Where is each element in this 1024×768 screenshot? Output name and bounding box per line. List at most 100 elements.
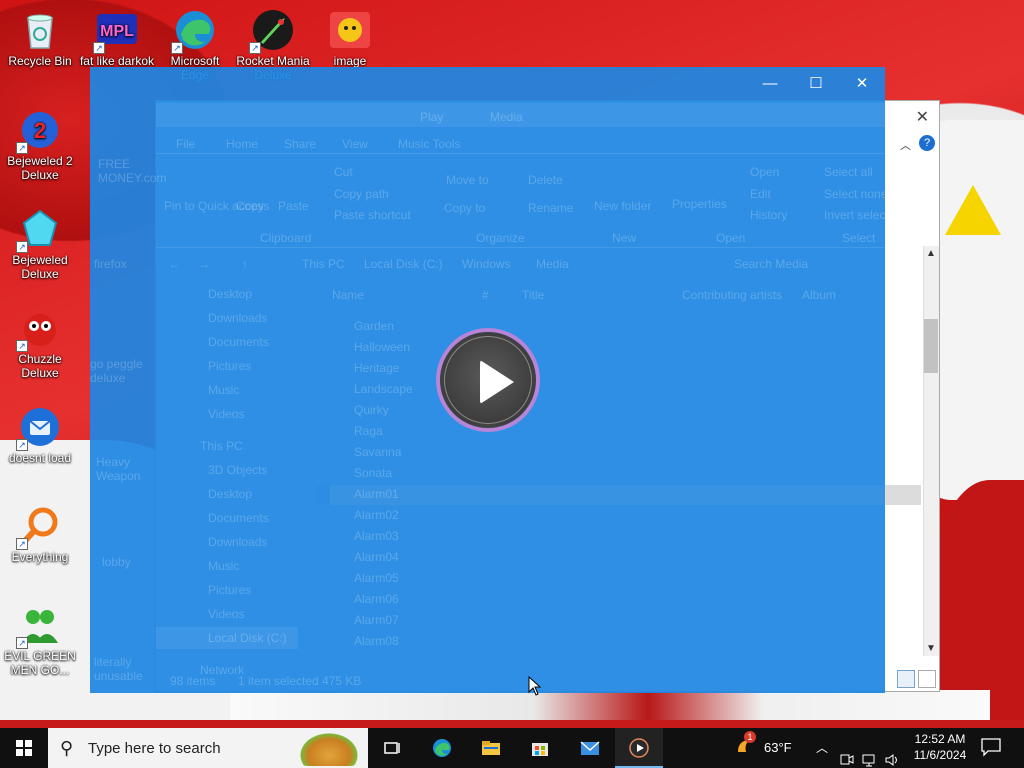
scrollbar-thumb[interactable] <box>924 319 938 373</box>
ghost-divider <box>156 153 885 154</box>
ghost-breadcrumb-4: Media <box>536 257 569 271</box>
shortcut-arrow-icon: ↗ <box>171 42 183 54</box>
ghost-properties: Properties <box>672 197 727 211</box>
ghost-copy-path: Copy path <box>334 187 389 201</box>
ghost-file: Quirky <box>354 403 389 417</box>
taskbar-clock[interactable]: 12:52 AM 11/6/2024 <box>908 731 972 763</box>
taskbar-search-box[interactable]: ⚲ Type here to search <box>48 728 368 768</box>
maximize-button[interactable]: ☐ <box>793 71 839 97</box>
ghost-copy-to: Copy to <box>444 201 486 215</box>
meet-now-icon[interactable] <box>840 740 854 768</box>
ghost-nav-item: Desktop <box>208 287 253 301</box>
chevron-up-icon[interactable]: ︿ <box>816 739 828 768</box>
start-button[interactable] <box>0 728 48 768</box>
search-placeholder: Type here to search <box>88 740 221 757</box>
mail-icon <box>580 741 600 755</box>
desktop-icon-bejeweled2[interactable]: 2 ↗ Bejeweled 2 Deluxe <box>0 108 80 182</box>
ghost-forward-icon: → <box>198 257 210 271</box>
help-icon[interactable]: ? <box>919 135 935 151</box>
desktop-icon-chuzzle[interactable]: ↗ Chuzzle Deluxe <box>0 306 80 380</box>
notification-center-icon[interactable] <box>980 737 1002 757</box>
taskbar-media-player[interactable] <box>615 728 663 768</box>
edge-icon: ↗ <box>171 8 217 54</box>
edge-icon <box>433 739 451 757</box>
ghost-nav-item: Music <box>208 559 240 573</box>
desktop-icon-mpl[interactable]: MPL ↗ fat like darkok <box>77 8 157 68</box>
ghost-up-icon: ↑ <box>242 257 248 271</box>
network-icon[interactable] <box>862 740 878 768</box>
ghost-group-organize: Organize <box>476 231 525 245</box>
play-button[interactable] <box>440 332 536 428</box>
play-icon <box>480 360 514 404</box>
ghost-delete: Delete <box>528 173 563 187</box>
minimize-button[interactable]: — <box>747 71 793 97</box>
desktop-icon-label: Everything <box>11 550 69 564</box>
desktop-icon-evil-green-men[interactable]: ↗ EVIL GREEN MEN GO... <box>0 603 80 677</box>
desktop-icon-image[interactable]: image <box>310 8 390 68</box>
search-icon: ⚲ <box>60 738 74 758</box>
ghost-paste: Paste <box>278 199 309 213</box>
chuzzle-icon: ↗ <box>16 306 62 352</box>
taskbar-mail[interactable] <box>566 728 614 768</box>
ghost-tab-view: View <box>342 137 368 151</box>
search-highlight-image <box>296 730 362 766</box>
chevron-up-icon[interactable]: ︿ <box>900 137 911 153</box>
chevron-up-icon[interactable]: ▲ <box>926 248 936 259</box>
ghost-nav-selected <box>156 627 298 649</box>
taskbar-store[interactable] <box>516 728 564 768</box>
ghost-file: Sonata <box>354 466 393 480</box>
overlay-titlebar[interactable]: — ☐ ✕ <box>90 67 885 99</box>
weather-widget[interactable]: 1 63°F <box>730 728 800 768</box>
shortcut-arrow-icon: ↗ <box>16 340 28 352</box>
ghost-select-all: Select all <box>824 165 873 179</box>
ghost-nav-item: Documents <box>208 335 269 349</box>
taskbar-file-explorer[interactable] <box>467 728 515 768</box>
desktop-icon-everything[interactable]: ↗ Everything <box>0 504 80 564</box>
ghost-breadcrumb-2: Local Disk (C:) <box>364 257 443 271</box>
clock-time: 12:52 AM <box>914 732 966 746</box>
shortcut-arrow-icon: ↗ <box>16 538 28 550</box>
wallpaper-shape <box>930 480 1024 720</box>
chevron-down-icon[interactable]: ▼ <box>926 643 936 654</box>
close-button[interactable]: ✕ <box>839 71 885 97</box>
ghost-nav-item: Downloads <box>208 311 268 325</box>
ghost-copy: Copy <box>236 199 265 213</box>
ghost-file: Alarm08 <box>354 634 399 648</box>
ghost-nav-item: Music <box>208 383 240 397</box>
ghost-tab-file: File <box>176 137 196 151</box>
ghost-selected-row <box>330 485 885 505</box>
close-icon[interactable]: ✕ <box>916 107 929 127</box>
task-view-button[interactable] <box>368 728 416 768</box>
ghost-desktop-label: Heavy Weapon <box>96 455 141 483</box>
ghost-move-to: Move to <box>446 173 489 187</box>
weather-badge: 1 <box>744 731 756 743</box>
desktop-icon-recycle-bin[interactable]: Recycle Bin <box>0 8 80 68</box>
svg-text:2: 2 <box>34 118 46 143</box>
mouse-cursor-icon <box>528 675 542 699</box>
taskbar-edge[interactable] <box>418 728 466 768</box>
ghost-desktop-label: firefox <box>94 257 127 271</box>
volume-icon[interactable] <box>884 740 900 768</box>
desktop-icon-label: doesnt load <box>8 451 72 465</box>
bejeweled2-icon: 2 ↗ <box>16 108 62 154</box>
ghost-cut: Cut <box>334 165 353 179</box>
media-player-overlay[interactable]: — ☐ ✕ Play Media File Home Share View Mu… <box>90 67 905 693</box>
ghost-breadcrumb-3: Windows <box>462 257 511 271</box>
ghost-file: Raga <box>354 424 383 438</box>
details-view-icon[interactable] <box>897 670 915 688</box>
ghost-nav-item: Pictures <box>208 359 252 373</box>
vertical-scrollbar[interactable]: ▲ ▼ <box>923 246 939 656</box>
desktop-icon-label: Recycle Bin <box>8 54 72 68</box>
large-icons-view-icon[interactable] <box>918 670 936 688</box>
clock-date: 11/6/2024 <box>913 748 967 762</box>
ghost-file: Halloween <box>354 340 411 354</box>
desktop-icon-doesnt-load[interactable]: ↗ doesnt load <box>0 405 80 465</box>
weather-temp: 63°F <box>764 740 792 755</box>
ghost-desktop-label: FREE MONEY.com <box>98 157 167 185</box>
ghost-file: Heritage <box>354 361 400 375</box>
desktop-icon-bejeweled[interactable]: ↗ Bejeweled Deluxe <box>0 207 80 281</box>
ghost-new-folder: New folder <box>594 199 652 213</box>
taskbar: ⚲ Type here to search 1 63°F ︿ 12:52 AM … <box>0 728 1024 768</box>
ghost-status-items: 98 items <box>170 674 216 688</box>
ghost-play-tab: Play <box>420 110 444 124</box>
